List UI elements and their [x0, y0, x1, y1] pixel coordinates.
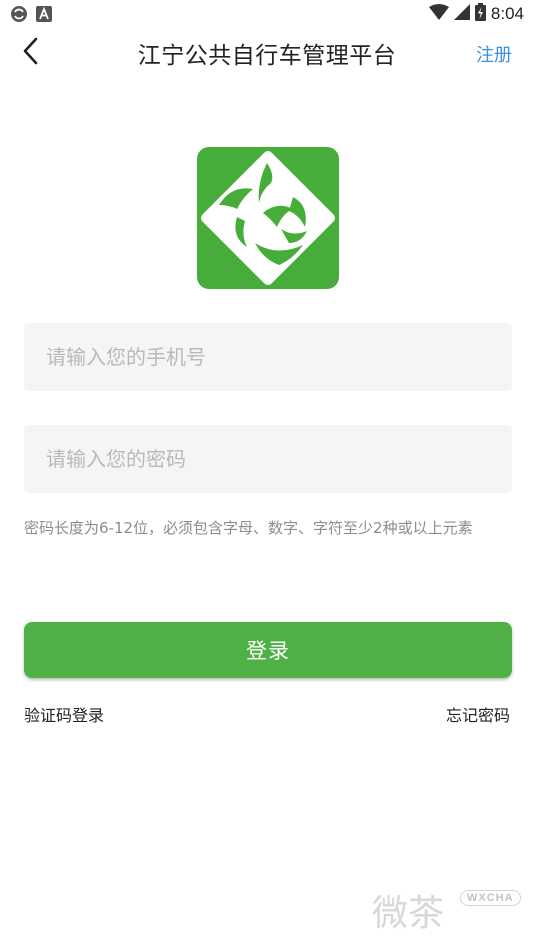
a-notification-icon: [36, 6, 52, 26]
password-field-container: [24, 425, 512, 493]
wifi-icon: [428, 4, 449, 24]
watermark-text: 微茶: [372, 893, 445, 934]
forgot-password-link[interactable]: 忘记密码: [446, 702, 510, 726]
app-bar: 江宁公共自行车管理平台 注册: [0, 28, 534, 78]
status-time: 8:04: [490, 4, 524, 23]
signal-icon: [453, 4, 470, 24]
watermark-badge: WXCHA: [460, 890, 521, 906]
register-link[interactable]: 注册: [476, 41, 512, 67]
bike-app-logo: [197, 147, 339, 289]
page-title: 江宁公共自行车管理平台: [137, 43, 397, 69]
status-right: 8:04: [428, 3, 524, 25]
password-hint: 密码长度为6-12位，必须包含字母、数字、字符至少2种或以上元素: [24, 519, 473, 537]
battery-icon: [474, 3, 486, 25]
status-bar: 8:04: [0, 0, 534, 28]
sms-login-link[interactable]: 验证码登录: [24, 702, 104, 726]
password-input[interactable]: [24, 425, 512, 493]
phone-input[interactable]: [24, 323, 512, 391]
sync-icon: [10, 5, 28, 27]
watermark: 微茶 WXCHA: [372, 882, 522, 934]
app-logo: [197, 147, 339, 289]
status-left: [10, 5, 52, 27]
login-button[interactable]: 登录: [24, 622, 512, 678]
phone-field-container: [24, 323, 512, 391]
